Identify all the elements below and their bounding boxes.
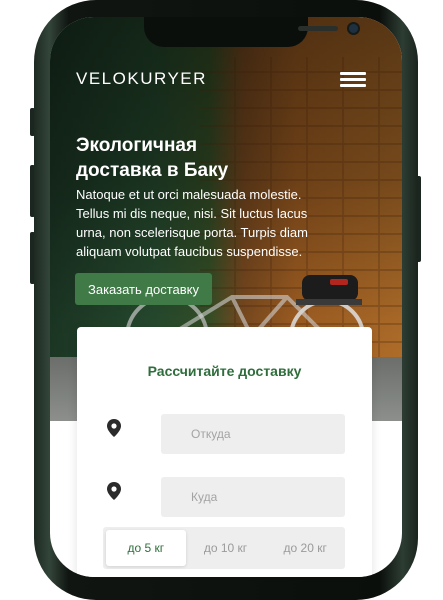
calculator-title: Рассчитайте доставку [147,363,302,379]
to-address-input[interactable] [161,477,345,517]
from-address-input[interactable] [161,414,345,454]
brand-logo[interactable]: VELOKURYER [76,69,207,89]
hero-title: Экологичная доставка в Баку [76,133,376,183]
hamburger-menu-icon[interactable] [340,71,368,89]
weight-option-5kg[interactable]: до 5 кг [106,530,186,566]
location-pin-icon [107,419,121,437]
phone-screen: VELOKURYER Экологичная доставка в Баку N… [50,17,402,577]
notch [144,17,358,47]
order-delivery-button[interactable]: Заказать доставку [75,273,212,305]
front-camera [349,24,358,33]
hero-title-line-1: Экологичная [76,135,198,156]
location-pin-icon [107,482,121,500]
speaker-grille [298,26,338,31]
hero-title-line-2: доставка в Баку [76,160,229,181]
hero-description: Natoque et ut orci malesuada molestie. T… [76,187,308,259]
delivery-calculator-card: Рассчитайте доставку до 5 кг до 10 кг до… [77,327,372,577]
